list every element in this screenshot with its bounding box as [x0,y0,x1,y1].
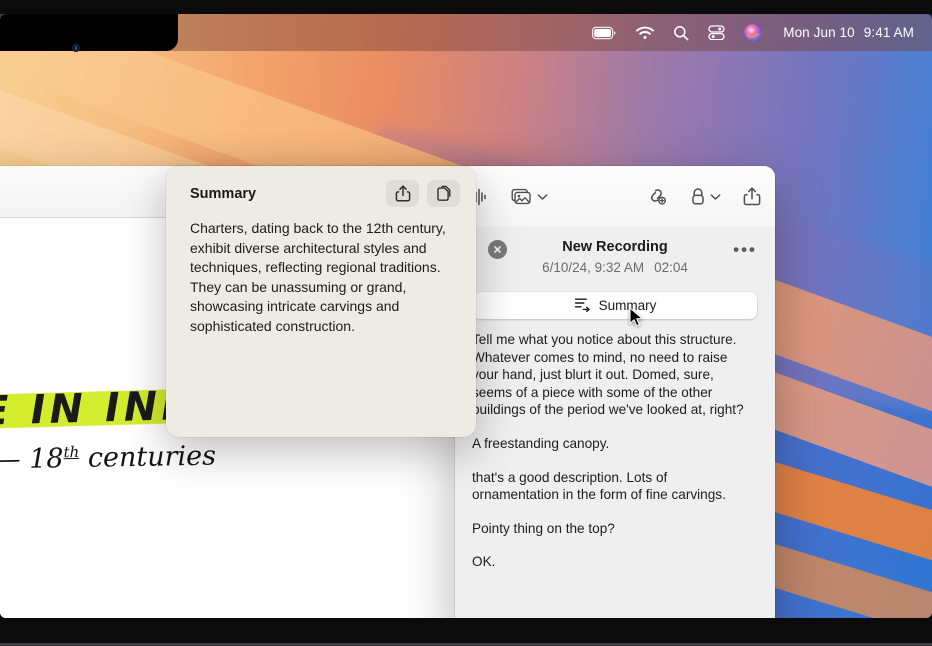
summary-button-label: Summary [598,298,657,313]
menu-bar-date: Mon Jun 10 [783,25,855,40]
macbook-device-frame: Mon Jun 10 9:41 AM ITECTURE IN INDIA 15t… [0,0,932,646]
recording-title: New Recording [562,239,668,255]
camera-icon [72,44,80,52]
transcript[interactable]: Tell me what you notice about this struc… [455,319,775,571]
transcript-paragraph: Tell me what you notice about this struc… [472,332,744,418]
summary-popover[interactable]: Summary Charters, dating back to the 12t… [166,166,476,437]
copy-icon[interactable] [427,180,460,207]
more-options-icon[interactable]: ••• [733,241,757,258]
popover-actions [386,180,460,207]
search-icon[interactable] [673,25,689,41]
transcript-paragraph: OK. [472,554,496,570]
media-icon[interactable] [509,182,548,212]
summarize-icon [574,297,591,315]
battery-icon[interactable] [592,26,617,40]
wifi-icon[interactable] [636,26,655,40]
chevron-down-icon[interactable] [710,193,721,201]
menu-bar-status-items: Mon Jun 10 9:41 AM [592,24,914,41]
control-center-icon[interactable] [708,25,725,40]
recording-duration: 02:04 [654,260,688,275]
recording-header: ••• New Recording 6/10/24, 9:32 AM 02:04 [455,227,775,284]
transcript-paragraph: Pointy thing on the top? [472,520,615,536]
add-link-icon[interactable] [646,182,670,212]
transcript-paragraph: A freestanding canopy. [472,435,610,451]
siri-icon[interactable] [744,24,761,41]
mouse-cursor [629,307,644,334]
menu-bar-clock[interactable]: Mon Jun 10 9:41 AM [783,25,914,40]
summary-button[interactable]: Summary [473,292,757,319]
share-icon[interactable] [386,180,419,207]
close-icon[interactable] [488,240,507,259]
popover-body: Charters, dating back to the 12th centur… [190,220,446,334]
menu-bar-time: 9:41 AM [863,25,914,40]
screen: Mon Jun 10 9:41 AM ITECTURE IN INDIA 15t… [0,14,932,618]
lock-icon[interactable] [690,182,721,212]
transcript-paragraph: that's a good description. Lots of ornam… [472,469,726,503]
share-icon[interactable] [743,182,761,212]
recording-window[interactable]: ••• New Recording 6/10/24, 9:32 AM 02:04… [455,166,775,618]
popover-header: Summary [166,166,476,207]
recording-toolbar [455,166,775,227]
popover-title: Summary [190,185,257,202]
recording-date: 6/10/24, 9:32 AM [542,260,645,275]
recording-meta: 6/10/24, 9:32 AM 02:04 [471,257,759,278]
chevron-down-icon[interactable] [537,193,548,201]
handwriting-subtitle: 15th — 18th centuries [0,440,217,476]
display-notch [0,14,178,51]
